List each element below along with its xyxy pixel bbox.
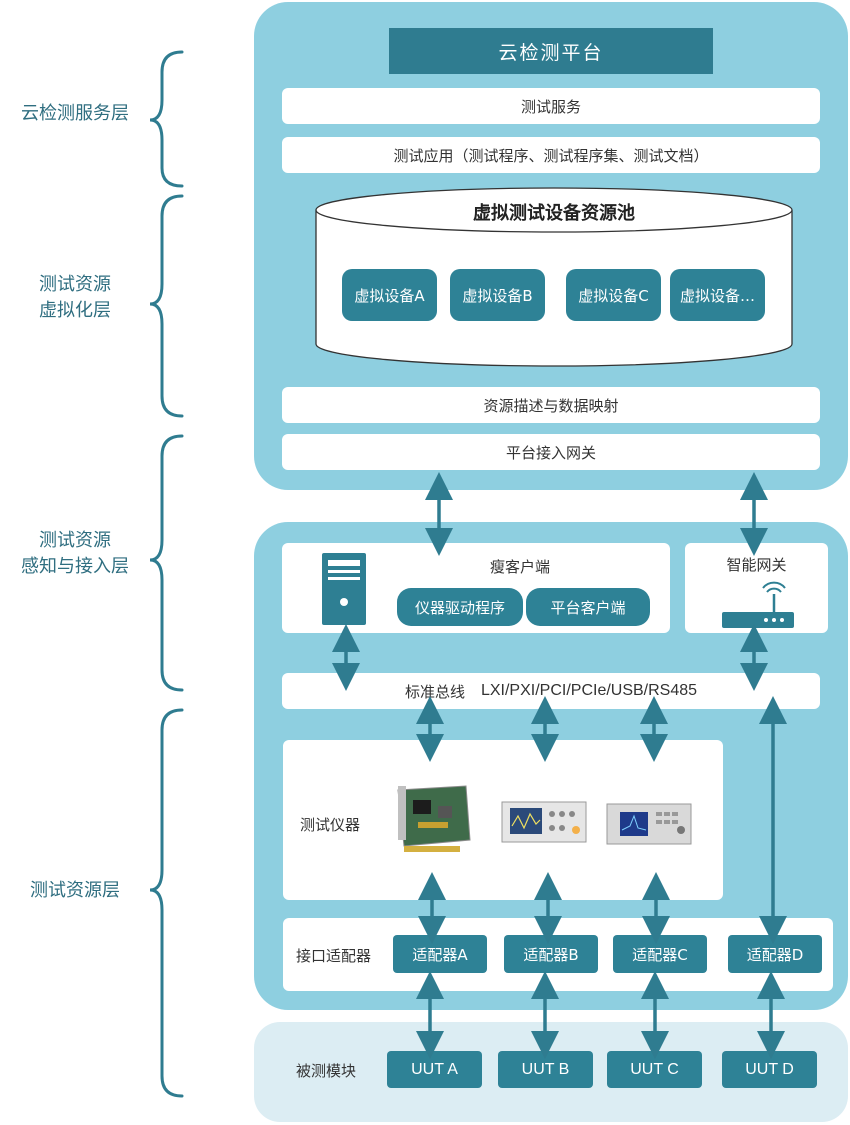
connection-arrows (332, 472, 787, 1059)
